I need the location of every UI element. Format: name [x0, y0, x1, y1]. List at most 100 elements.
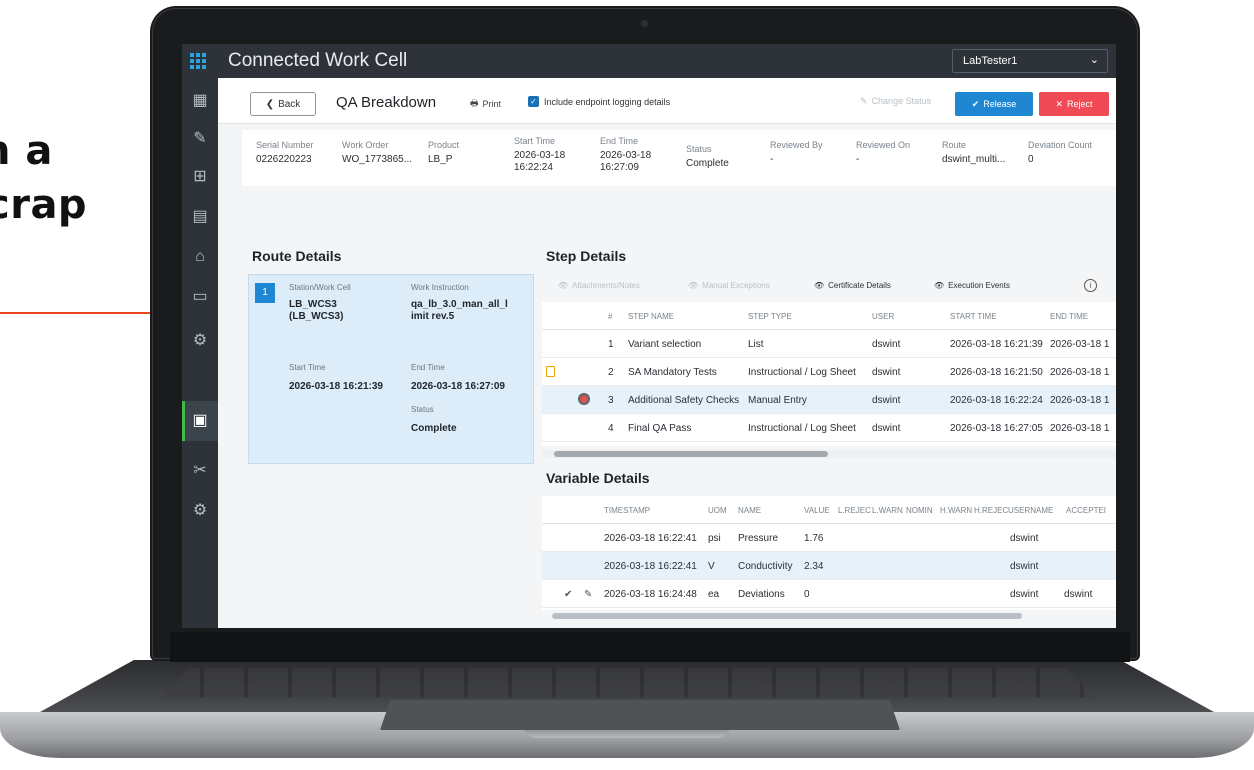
- monitor-icon[interactable]: ▭: [189, 286, 211, 308]
- step-table-scrollbar[interactable]: [542, 450, 1116, 458]
- var-value: 0: [804, 589, 810, 600]
- var-uom: psi: [708, 533, 721, 544]
- schedule-icon[interactable]: ▤: [189, 206, 211, 228]
- promo-accent-rule: [0, 312, 162, 314]
- route-label: Route: [942, 140, 967, 150]
- info-icon[interactable]: i: [1084, 279, 1097, 292]
- start-time-value: 2026-03-18 16:22:24: [514, 150, 566, 173]
- col-l-warn[interactable]: L.WARN: [872, 506, 903, 515]
- instruction-value-line-1: qa_lb_3.0_man_all_l: [411, 299, 508, 310]
- release-label: Release: [983, 99, 1017, 109]
- col-step-name[interactable]: STEP NAME: [628, 312, 674, 321]
- col-h-reject[interactable]: H.REJEC: [974, 506, 1008, 515]
- chevron-down-icon: ⌄: [1089, 54, 1099, 66]
- var-username: dswint: [1010, 589, 1039, 600]
- work-order-field: Work Order WO_1773865...: [342, 140, 412, 166]
- col-start-time[interactable]: START TIME: [950, 312, 997, 321]
- route-end-label: End Time: [411, 363, 445, 372]
- tab-attachments-notes[interactable]: 👁 Attachments/Notes: [558, 281, 640, 290]
- end-time-field: End Time 2026-03-18 16:27:09: [600, 136, 662, 174]
- station-value-line-1: LB_WCS3: [289, 299, 337, 310]
- status-field: Status Complete: [686, 144, 729, 170]
- product-field: Product LB_P: [428, 140, 459, 166]
- record-summary: Serial Number 0226220223 Work Order WO_1…: [242, 130, 1116, 186]
- station-label: Station/Work Cell: [289, 283, 351, 292]
- tab-manual-exceptions[interactable]: 👁 Manual Exceptions: [688, 281, 770, 290]
- col-timestamp[interactable]: TIMESTAMP: [604, 506, 650, 515]
- robot-icon[interactable]: ⚙: [189, 330, 211, 352]
- table-row[interactable]: 4 Final QA Pass Instructional / Log Shee…: [542, 414, 1116, 442]
- print-button[interactable]: 🖶 Print: [470, 96, 501, 112]
- chevron-left-icon: ❮: [265, 98, 275, 110]
- col-h-warn[interactable]: H.WARN: [940, 506, 972, 515]
- start-time-label: Start Time: [514, 136, 556, 146]
- back-button[interactable]: ❮ Back: [250, 92, 316, 116]
- var-uom: V: [708, 561, 715, 572]
- pencil-icon[interactable]: ✎: [189, 128, 211, 150]
- dashboard-icon[interactable]: ▦: [189, 90, 211, 112]
- check-icon[interactable]: ✔: [564, 589, 572, 600]
- edit-icon[interactable]: ✎: [584, 589, 592, 600]
- route-status-value: Complete: [411, 423, 457, 434]
- table-row[interactable]: 2026-03-18 16:22:41 psi Pressure 1.76 ds…: [542, 524, 1116, 552]
- col-uom[interactable]: UOM: [708, 506, 727, 515]
- workstation-icon[interactable]: ⌂: [189, 246, 211, 268]
- laptop-chin: [170, 632, 1130, 662]
- work-order-label: Work Order: [342, 140, 389, 150]
- clipboard-icon[interactable]: [546, 366, 555, 377]
- step-table-header: # STEP NAME STEP TYPE USER START TIME EN…: [542, 302, 1116, 330]
- col-value[interactable]: VALUE: [804, 506, 830, 515]
- tab-certificate-details[interactable]: 👁 Certificate Details: [814, 281, 891, 290]
- table-row[interactable]: 1 Variant selection List dswint 2026-03-…: [542, 330, 1116, 358]
- route-step-card[interactable]: 1 Station/Work Cell LB_WCS3 (LB_WCS3) Wo…: [248, 274, 534, 464]
- station-value-line-2: (LB_WCS3): [289, 311, 344, 322]
- table-row[interactable]: 2 SA Mandatory Tests Instructional / Log…: [542, 358, 1116, 386]
- route-end-value: 2026-03-18 16:27:09: [411, 381, 505, 392]
- var-name: Pressure: [738, 533, 779, 544]
- user-select[interactable]: LabTester1 ⌄: [952, 49, 1108, 73]
- include-logging-label: Include endpoint logging details: [544, 96, 671, 107]
- report-icon[interactable]: ▣: [189, 410, 211, 432]
- step-start: 2026-03-18 16:22:24: [950, 395, 1043, 406]
- col-number[interactable]: #: [608, 312, 612, 321]
- col-username[interactable]: USERNAME: [1008, 506, 1053, 515]
- app-launcher-icon[interactable]: [190, 53, 206, 69]
- tab-execution-events[interactable]: 👁 Execution Events: [934, 281, 1010, 290]
- marketing-stage: n a crap Connected Work Cell LabTester1 …: [0, 0, 1254, 770]
- step-table: # STEP NAME STEP TYPE USER START TIME EN…: [542, 302, 1116, 446]
- col-nominal[interactable]: NOMIN: [906, 506, 933, 515]
- reject-button[interactable]: ✕ Reject: [1039, 92, 1109, 116]
- var-username: dswint: [1010, 533, 1039, 544]
- change-status-button[interactable]: ✎ Change Status: [860, 96, 931, 107]
- col-end-time[interactable]: END TIME: [1050, 312, 1088, 321]
- variable-details-heading: Variable Details: [546, 470, 650, 486]
- step-end: 2026-03-18 1: [1050, 339, 1110, 350]
- table-row[interactable]: 2026-03-18 16:22:41 V Conductivity 2.34 …: [542, 552, 1116, 580]
- variable-table-scrollbar[interactable]: [552, 612, 1096, 620]
- step-user: dswint: [872, 367, 901, 378]
- status-label: Status: [686, 144, 712, 154]
- include-logging-checkbox[interactable]: ✓: [528, 96, 539, 107]
- col-name[interactable]: NAME: [738, 506, 761, 515]
- col-accepted[interactable]: ACCEPTEI: [1066, 506, 1106, 515]
- step-scroll-thumb[interactable]: [554, 451, 828, 457]
- route-details-heading: Route Details: [252, 248, 342, 264]
- col-step-type[interactable]: STEP TYPE: [748, 312, 792, 321]
- col-l-reject[interactable]: L.REJEC: [838, 506, 871, 515]
- variable-scroll-thumb[interactable]: [552, 613, 1022, 619]
- col-user[interactable]: USER: [872, 312, 894, 321]
- flow-icon[interactable]: ⊞: [189, 166, 211, 188]
- back-button-label: Back: [278, 98, 301, 110]
- release-button[interactable]: ✔ Release: [955, 92, 1033, 116]
- var-timestamp: 2026-03-18 16:22:41: [604, 533, 697, 544]
- exception-icon[interactable]: [578, 393, 590, 405]
- var-value: 2.34: [804, 561, 824, 572]
- include-logging-option[interactable]: ✓ Include endpoint logging details: [528, 96, 670, 107]
- table-row[interactable]: 3 Additional Safety Checks Manual Entry …: [542, 386, 1116, 414]
- route-start-value: 2026-03-18 16:21:39: [289, 381, 383, 392]
- table-row[interactable]: ✔ ✎ 2026-03-18 16:24:48 ea Deviations 0 …: [542, 580, 1116, 608]
- settings-icon[interactable]: ⚙: [189, 500, 211, 522]
- var-name: Conductivity: [738, 561, 793, 572]
- tools-icon[interactable]: ✂: [189, 460, 211, 482]
- step-name: SA Mandatory Tests: [628, 367, 717, 378]
